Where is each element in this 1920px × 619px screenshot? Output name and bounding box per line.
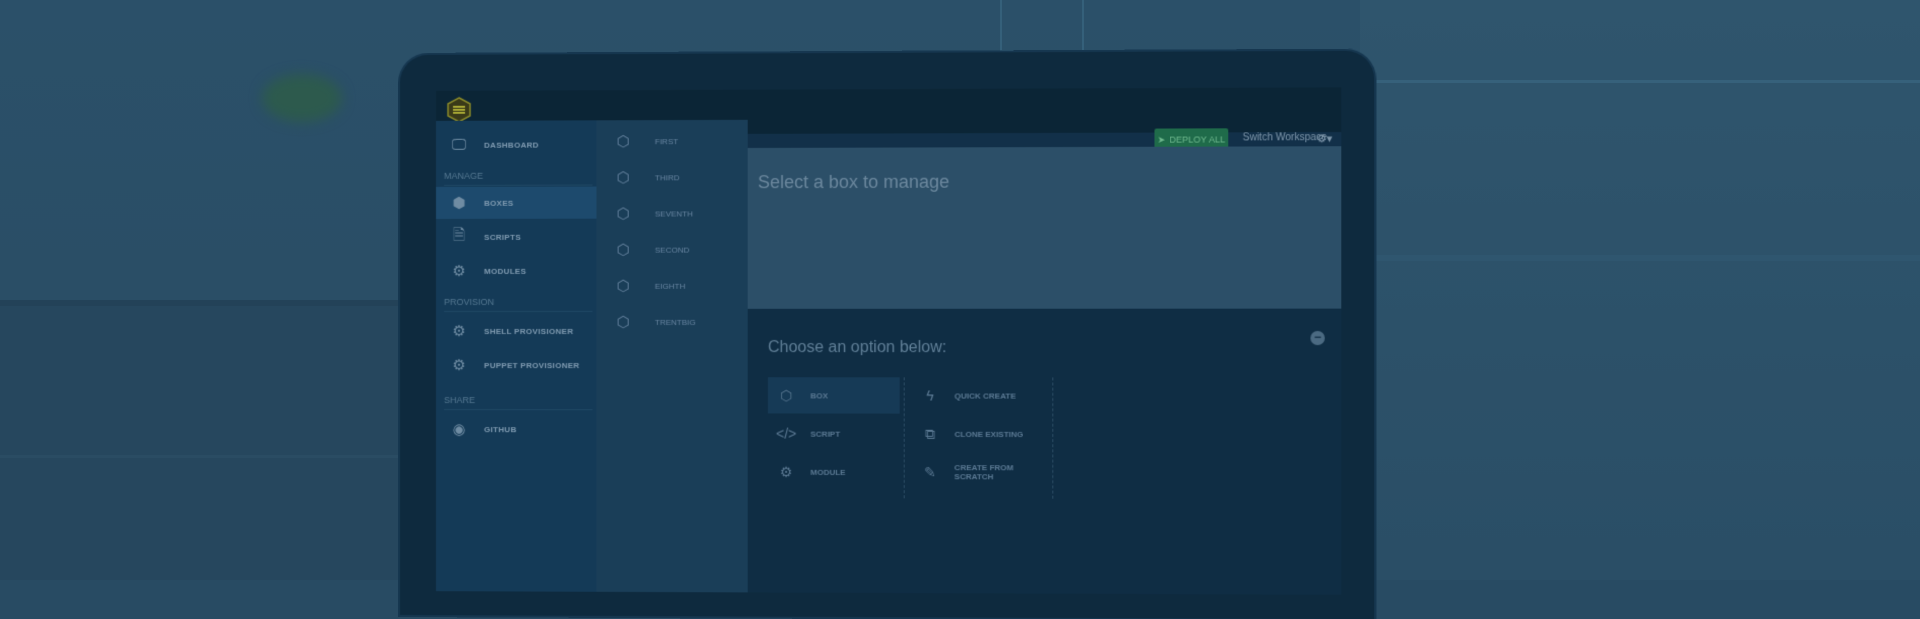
list-item[interactable]: ⬡ TRENTBIG (617, 313, 696, 331)
options-heading: Choose an option below: (767, 339, 947, 357)
sidebar-item-dashboard[interactable]: 🖵 DASHBOARD (436, 128, 596, 161)
option-action-column: ϟ QUICK CREATE ⧉ CLONE EXISTING ✎ CREATE… (912, 377, 1055, 492)
sidebar-item-modules[interactable]: ⚙ MODULES (436, 255, 596, 287)
option-label: BOX (810, 390, 828, 400)
option-label: MODULE (810, 467, 846, 477)
gear-icon: ⚙ (452, 322, 466, 341)
main-panel: Select a box to manage Choose an option … (747, 146, 1342, 595)
cube-icon: ⬡ (616, 205, 630, 223)
option-script[interactable]: </> SCRIPT (768, 415, 900, 451)
cube-icon: ⬡ (616, 277, 630, 295)
sidebar-item-puppet-provisioner[interactable]: ⚙ PUPPET PROVISIONER (436, 349, 596, 381)
lightning-icon: ϟ (926, 387, 934, 404)
settings-gear-icon[interactable]: ⚙▾ (1317, 132, 1333, 145)
box-name: FIRST (654, 136, 679, 146)
code-icon: </> (776, 425, 797, 442)
option-clone-existing[interactable]: ⧉ CLONE EXISTING (912, 416, 1055, 453)
option-create-from-scratch[interactable]: ✎ CREATE FROM SCRATCH (912, 454, 1055, 491)
plant-blur (262, 74, 342, 122)
app-logo (446, 96, 471, 123)
gear-icon: ⚙ (779, 463, 793, 480)
list-item[interactable]: ⬡ FIRST (617, 132, 679, 150)
sidebar-item-label: DASHBOARD (484, 140, 539, 150)
option-type-column: ⬡ BOX </> SCRIPT ⚙ MODULE (767, 377, 900, 492)
sidebar-item-label: BOXES (484, 198, 514, 208)
divider (1052, 377, 1055, 499)
share-heading: SHARE (444, 395, 476, 406)
sidebar-item-boxes[interactable]: ⬢ BOXES (435, 186, 597, 219)
cube-icon: ⬡ (779, 386, 793, 403)
divider (444, 310, 593, 312)
deploy-all-label: DEPLOY ALL (1169, 134, 1226, 145)
list-item[interactable]: ⬡ SECOND (617, 241, 690, 259)
laptop: ➤ DEPLOY ALL Switch Workspace ⚙▾ 🖵 DASHB… (400, 50, 1375, 619)
sidebar-item-label: GITHUB (484, 424, 517, 434)
option-label: CLONE EXISTING (954, 429, 1024, 439)
sidebar-item-label: MODULES (484, 266, 527, 276)
option-label: SCRIPT (810, 429, 841, 439)
box-name: SECOND (654, 245, 690, 255)
cube-icon: ⬡ (616, 313, 630, 331)
provision-heading: PROVISION (444, 296, 495, 307)
cube-icon: ⬡ (616, 133, 630, 151)
divider (903, 377, 906, 499)
box-list: ⬡ FIRST ⬡ THIRD ⬡ SEVENTH ⬡ SECOND ⬡ EIG… (596, 119, 748, 593)
monitor-icon: 🖵 (451, 136, 467, 154)
github-icon: ◉ (452, 421, 466, 439)
manage-heading: MANAGE (444, 170, 484, 181)
options-panel: Choose an option below: − ⬡ BOX </> SCRI… (747, 318, 1342, 595)
option-box[interactable]: ⬡ BOX (767, 377, 900, 414)
divider (444, 409, 593, 411)
file-code-icon: 🗎 (452, 226, 466, 244)
cube-icon: ⬡ (616, 169, 630, 187)
rocket-icon: ➤ (1157, 134, 1166, 145)
box-name: SEVENTH (654, 208, 693, 219)
option-quick-create[interactable]: ϟ QUICK CREATE (912, 377, 1055, 413)
collapse-icon[interactable]: − (1310, 330, 1325, 346)
list-item[interactable]: ⬡ EIGHTH (617, 277, 686, 295)
sidebar-item-label: PUPPET PROVISIONER (484, 360, 580, 370)
option-label: QUICK CREATE (954, 390, 1016, 401)
list-item[interactable]: ⬡ SEVENTH (616, 204, 693, 223)
page-title: Select a box to manage (757, 171, 950, 193)
sidebar-item-scripts[interactable]: 🗎 SCRIPTS (436, 221, 596, 253)
sidebar-item-label: SCRIPTS (484, 232, 521, 242)
manage-panel: Select a box to manage (747, 146, 1342, 309)
sidebar: 🖵 DASHBOARD MANAGE ⬢ BOXES 🗎 SCRIPTS ⚙ M… (435, 120, 597, 592)
cube-icon: ⬡ (616, 241, 630, 259)
gear-icon: ⚙ (452, 357, 466, 375)
sidebar-item-label: SHELL PROVISIONER (484, 326, 574, 336)
sidebar-item-github[interactable]: ◉ GITHUB (436, 413, 596, 445)
pencil-icon: ✎ (924, 463, 936, 480)
gears-icon: ⚙ (452, 262, 466, 280)
switch-workspace-link[interactable]: Switch Workspace (1243, 132, 1327, 143)
box-name: TRENTBIG (654, 317, 696, 327)
list-item[interactable]: ⬡ THIRD (617, 168, 680, 186)
box-name: EIGHTH (654, 281, 686, 291)
cubes-icon: ⬢ (452, 194, 466, 212)
sidebar-item-shell-provisioner[interactable]: ⚙ SHELL PROVISIONER (436, 315, 596, 347)
option-module[interactable]: ⚙ MODULE (768, 454, 900, 491)
copy-icon: ⧉ (925, 425, 936, 442)
option-label: CREATE FROM SCRATCH (954, 463, 1014, 482)
app-screen: ➤ DEPLOY ALL Switch Workspace ⚙▾ 🖵 DASHB… (435, 87, 1342, 595)
box-name: THIRD (654, 172, 680, 182)
